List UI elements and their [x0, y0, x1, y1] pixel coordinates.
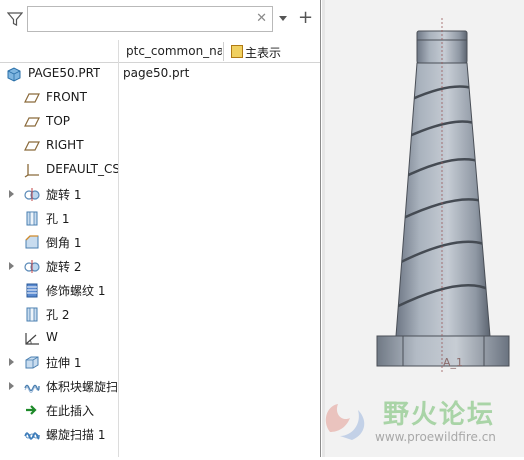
tree-item[interactable]: TOP — [0, 111, 320, 133]
tree-item-label: 倒角 1 — [46, 236, 82, 250]
column-header-name[interactable]: ptc_common_name — [126, 44, 222, 58]
helical-sweep-icon — [24, 426, 40, 442]
column-header-main-label: 主表示 — [245, 46, 282, 60]
watermark-logo-icon — [325, 404, 365, 440]
tree-item[interactable]: 孔 1 — [0, 207, 320, 229]
tree-item[interactable]: 在此插入 — [0, 399, 320, 421]
part-icon — [6, 66, 22, 82]
tree-item-label: 螺旋扫描 1 — [46, 428, 106, 442]
chevron-right-icon[interactable] — [9, 382, 14, 390]
clear-icon[interactable]: ✕ — [256, 11, 267, 27]
revolve-icon — [24, 258, 40, 274]
watermark-url: www.proewildfire.cn — [375, 430, 496, 444]
tree-item-label: FRONT — [46, 90, 87, 104]
volume-helical-sweep-icon — [24, 378, 40, 394]
tree-item[interactable]: 拉伸 1 — [0, 351, 320, 373]
tree-item-label: TOP — [46, 114, 71, 128]
tree-item[interactable]: FRONT — [0, 87, 320, 109]
chevron-right-icon[interactable] — [9, 262, 14, 270]
csys-icon — [24, 162, 40, 178]
tree-item[interactable]: W — [0, 327, 320, 349]
datum-plane-icon — [24, 114, 40, 130]
hole-icon — [24, 306, 40, 322]
tree-item[interactable]: DEFAULT_CSYS — [0, 159, 320, 181]
tree-item[interactable]: PAGE50.PRT page50.prt — [0, 63, 320, 85]
tree-item-label: 旋转 1 — [46, 188, 82, 202]
tree-item-label: 拉伸 1 — [46, 356, 82, 370]
chevron-right-icon[interactable] — [9, 358, 14, 366]
angle-icon — [24, 330, 40, 346]
tree-item-label: 孔 2 — [46, 308, 70, 322]
watermark-text: 野火论坛 — [383, 400, 496, 430]
search-box[interactable]: ✕ — [27, 6, 273, 32]
tree-item[interactable]: 倒角 1 — [0, 231, 320, 253]
filter-bar: ✕ + — [0, 0, 320, 38]
tree-item-label: RIGHT — [46, 138, 84, 152]
tree-item[interactable]: 体积块螺旋扫描 — [0, 375, 320, 397]
hole-icon — [24, 210, 40, 226]
column-header-main[interactable]: 主表示 — [231, 44, 281, 61]
chevron-down-icon[interactable] — [279, 16, 287, 21]
tree-item[interactable]: RIGHT — [0, 135, 320, 157]
column-divider[interactable] — [223, 42, 224, 61]
revolve-icon — [24, 186, 40, 202]
axis-label: A_1 — [443, 356, 464, 369]
tree-item-label: 体积块螺旋扫描 — [46, 380, 118, 394]
tree-item-label: W — [46, 330, 58, 344]
tree-item-label: 修饰螺纹 1 — [46, 284, 106, 298]
panel-splitter[interactable] — [320, 0, 321, 457]
cosmetic-thread-icon — [24, 282, 40, 298]
tree-item-label: 旋转 2 — [46, 260, 82, 274]
insert-here-arrow-icon — [24, 402, 40, 418]
datum-plane-icon — [24, 138, 40, 154]
plus-icon[interactable]: + — [298, 9, 313, 27]
model-tree-panel: ✕ + ptc_common_name 主表示 PAGE50.PRT page50… — [0, 0, 320, 457]
extrude-icon — [24, 354, 40, 370]
tree-item-label: 孔 1 — [46, 212, 70, 226]
tree-item-label: DEFAULT_CSYS — [46, 162, 118, 176]
filter-icon[interactable] — [7, 11, 23, 27]
chevron-right-icon[interactable] — [9, 190, 14, 198]
tree-item[interactable]: 修饰螺纹 1 — [0, 279, 320, 301]
table-icon — [231, 45, 243, 58]
tree-item[interactable]: 旋转 2 — [0, 255, 320, 277]
tree-item-label: PAGE50.PRT — [28, 66, 101, 80]
tree-item-name-value: page50.prt — [123, 66, 190, 80]
model-graphics[interactable] — [325, 0, 524, 457]
datum-plane-icon — [24, 90, 40, 106]
tree-item[interactable]: 螺旋扫描 1 — [0, 423, 320, 445]
tree-item[interactable]: 旋转 1 — [0, 183, 320, 205]
chamfer-icon — [24, 234, 40, 250]
search-input[interactable] — [30, 9, 258, 29]
tree-item-label: 在此插入 — [46, 404, 95, 418]
tree-item[interactable]: 孔 2 — [0, 303, 320, 325]
graphics-viewport[interactable] — [325, 0, 524, 457]
